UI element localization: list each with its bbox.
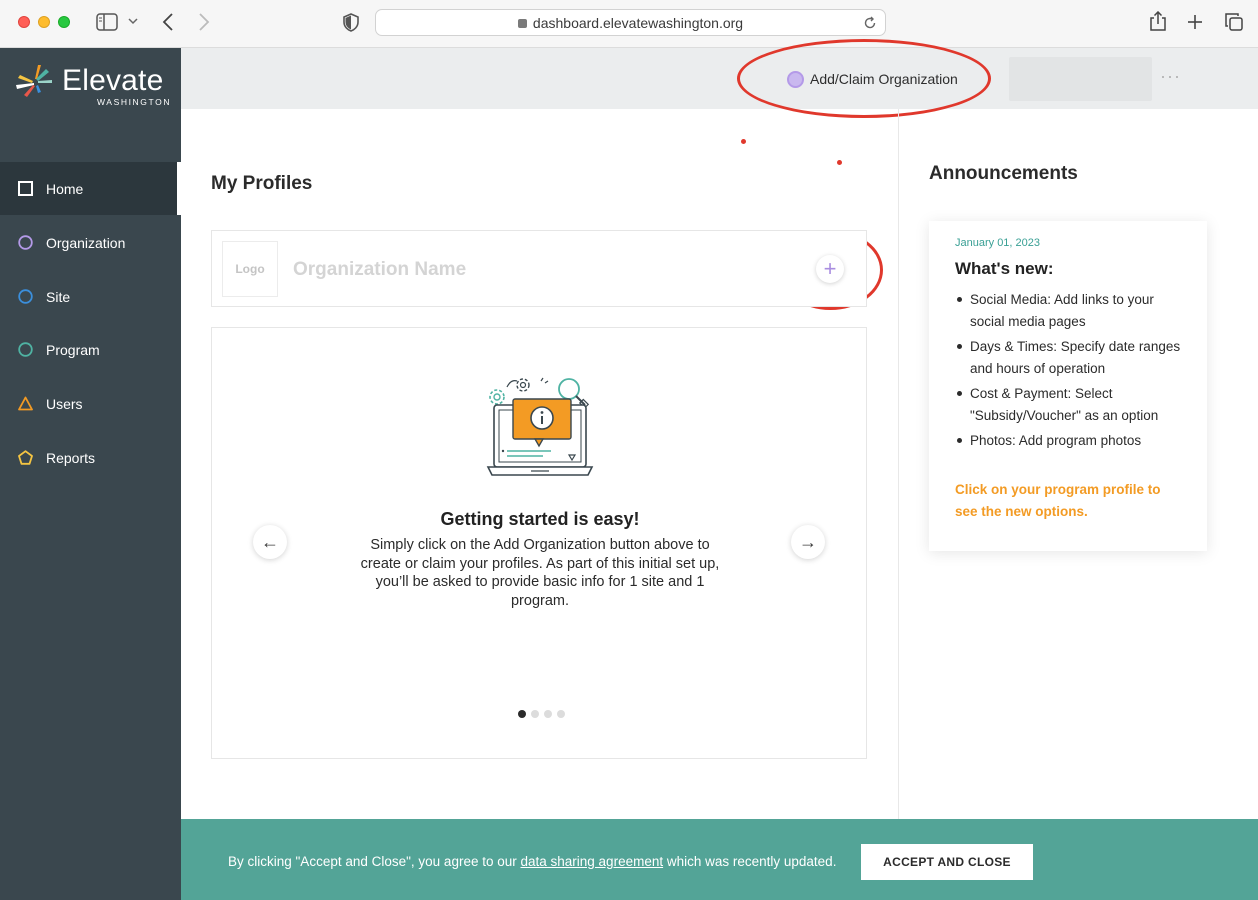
carousel-dot[interactable] xyxy=(544,710,552,718)
maximize-window-button[interactable] xyxy=(58,16,70,28)
square-icon xyxy=(18,181,33,196)
carousel-title: Getting started is easy! xyxy=(440,509,640,529)
sidebar-item-program[interactable]: Program xyxy=(0,323,181,376)
sidebar-item-site[interactable]: Site xyxy=(0,270,181,323)
brand-logo[interactable]: Elevate WASHINGTON xyxy=(16,62,176,112)
arrow-left-icon: ← xyxy=(261,531,279,552)
consent-banner: By clicking "Accept and Close", you agre… xyxy=(181,819,1258,900)
circle-icon xyxy=(18,289,33,304)
carousel-dot[interactable] xyxy=(518,710,526,718)
banner-text-before: By clicking "Accept and Close", you agre… xyxy=(228,854,521,869)
carousel-body: Simply click on the Add Organization but… xyxy=(360,537,720,609)
sidebar-item-label: Organization xyxy=(46,234,126,251)
onboarding-carousel: Getting started is easy! Simply click on… xyxy=(211,327,867,759)
organization-name: Organization Name xyxy=(293,259,467,280)
brand-subtitle: WASHINGTON xyxy=(97,97,172,107)
forward-icon[interactable] xyxy=(198,13,210,31)
sidebar-item-label: Program xyxy=(46,341,100,358)
info-laptop-illustration xyxy=(486,377,594,476)
banner-text-after: which was recently updated. xyxy=(663,854,837,869)
announcement-list: Social Media: Add links to your social m… xyxy=(955,289,1185,456)
address-bar[interactable]: dashboard.elevatewashington.org xyxy=(375,9,886,36)
circle-icon xyxy=(18,235,33,250)
accept-and-close-button[interactable]: ACCEPT AND CLOSE xyxy=(861,844,1033,880)
close-window-button[interactable] xyxy=(18,16,30,28)
sidebar-item-label: Site xyxy=(46,288,71,305)
share-icon[interactable] xyxy=(1150,11,1166,31)
list-item: Cost & Payment: Select "Subsidy/Voucher"… xyxy=(955,383,1185,426)
more-options-icon[interactable]: ··· xyxy=(1160,66,1181,87)
user-menu-placeholder[interactable] xyxy=(1009,57,1152,101)
elevate-logo-icon xyxy=(16,65,52,97)
carousel-prev-button[interactable]: ← xyxy=(253,525,287,559)
announcement-heading: What's new: xyxy=(955,259,1054,278)
carousel-next-button[interactable]: → xyxy=(791,525,825,559)
list-item: Photos: Add program photos xyxy=(955,430,1185,452)
sidebar-item-home[interactable]: Home xyxy=(0,162,181,215)
organization-profile-card[interactable]: Logo Organization Name + xyxy=(211,230,867,307)
shield-icon[interactable] xyxy=(343,13,359,32)
annotation-circle xyxy=(737,39,991,118)
brand-name: Elevate xyxy=(62,64,164,97)
page-title: My Profiles xyxy=(211,173,313,194)
new-tab-icon[interactable] xyxy=(1187,14,1203,30)
browser-toolbar: dashboard.elevatewashington.org xyxy=(0,0,1258,48)
back-icon[interactable] xyxy=(162,13,174,31)
carousel-pagination xyxy=(518,710,565,718)
sidebar-item-label: Users xyxy=(46,395,83,412)
reload-icon[interactable] xyxy=(863,16,877,30)
announcement-card: January 01, 2023 What's new: Social Medi… xyxy=(929,221,1207,551)
sidebar-item-users[interactable]: Users xyxy=(0,377,181,430)
logo-placeholder: Logo xyxy=(222,241,278,297)
announcement-date: January 01, 2023 xyxy=(955,237,1041,249)
triangle-icon xyxy=(18,396,33,411)
list-item: Social Media: Add links to your social m… xyxy=(955,289,1185,332)
list-item: Days & Times: Specify date ranges and ho… xyxy=(955,336,1185,379)
pentagon-icon xyxy=(18,450,33,465)
minimize-window-button[interactable] xyxy=(38,16,50,28)
annotation-dot xyxy=(837,160,842,165)
data-sharing-agreement-link[interactable]: data sharing agreement xyxy=(521,854,664,869)
arrow-right-icon: → xyxy=(799,531,817,552)
banner-text: By clicking "Accept and Close", you agre… xyxy=(228,854,836,869)
column-divider xyxy=(898,109,899,819)
carousel-dot[interactable] xyxy=(531,710,539,718)
sidebar: Elevate WASHINGTON Home Organization Sit… xyxy=(0,48,181,900)
sidebar-item-label: Reports xyxy=(46,449,96,466)
sidebar-toggle-icon[interactable] xyxy=(96,13,118,31)
url-text: dashboard.elevatewashington.org xyxy=(532,15,744,31)
lock-icon xyxy=(517,19,527,28)
sidebar-item-reports[interactable]: Reports xyxy=(0,431,181,484)
carousel-dot[interactable] xyxy=(557,710,565,718)
announcement-cta-link[interactable]: Click on your program profile to see the… xyxy=(955,479,1175,522)
sidebar-item-organization[interactable]: Organization xyxy=(0,216,181,269)
annotation-dot xyxy=(741,139,746,144)
sidebar-item-label: Home xyxy=(46,180,84,197)
chevron-down-icon[interactable] xyxy=(128,17,138,25)
tab-overview-icon[interactable] xyxy=(1225,13,1243,31)
announcements-title: Announcements xyxy=(929,163,1078,184)
add-organization-button[interactable]: + xyxy=(816,255,844,283)
circle-icon xyxy=(18,342,33,357)
